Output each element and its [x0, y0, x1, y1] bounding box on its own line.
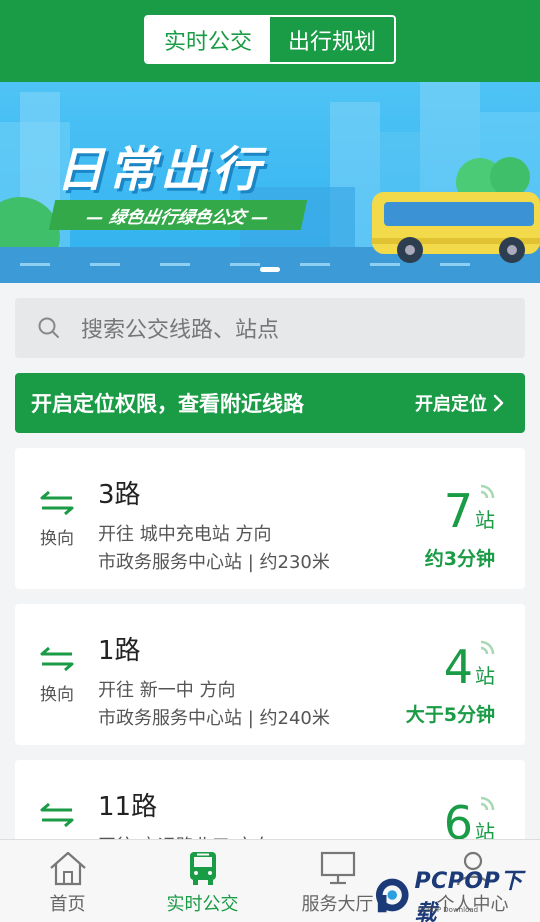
swap-label: 换向	[40, 685, 74, 705]
stops-away-unit: 站	[475, 508, 495, 532]
location-permission-banner[interactable]: 开启定位权限，查看附近线路 开启定位	[15, 373, 525, 433]
promo-banner[interactable]: 日常出行 — 绿色出行绿色公交 —	[0, 82, 540, 283]
location-message: 开启定位权限，查看附近线路	[31, 392, 304, 416]
swap-arrows-icon	[40, 646, 74, 672]
route-direction: 开往 城中充电站 方向	[98, 524, 272, 545]
swap-label: 换向	[40, 529, 74, 549]
bus-icon	[189, 852, 216, 885]
enable-location-label: 开启定位	[415, 394, 487, 415]
stops-away: 4 站	[444, 642, 495, 692]
monitor-icon	[320, 851, 355, 885]
app-header: 实时公交 出行规划	[0, 0, 540, 82]
route-direction: 开往 新一中 方向	[98, 680, 236, 701]
banner-title: 日常出行	[56, 142, 265, 198]
home-icon	[49, 851, 86, 886]
swap-direction-button[interactable]: 换向	[37, 490, 77, 549]
tab-realtime-bus[interactable]: 实时公交	[146, 17, 270, 62]
tab-trip-planning[interactable]: 出行规划	[270, 17, 394, 62]
search-icon	[38, 317, 59, 338]
tab-service-hall-label: 服务大厅	[301, 894, 374, 915]
arrival-eta: 大于5分钟	[405, 704, 495, 726]
route-stop-distance: 市政务服务中心站 | 约230米	[98, 552, 330, 573]
route-card[interactable]: 换向 1路 开往 新一中 方向 市政务服务中心站 | 约240米 4 站 大于5…	[15, 604, 525, 745]
search-bar[interactable]: 搜索公交线路、站点	[15, 298, 525, 358]
tab-realtime-bus-label: 实时公交	[166, 894, 239, 915]
banner-subtitle: — 绿色出行绿色公交 —	[48, 200, 308, 230]
pcpop-logo-icon	[375, 878, 409, 913]
tab-realtime-bus-nav[interactable]: 实时公交	[135, 840, 270, 922]
swap-arrows-icon	[40, 802, 74, 828]
stops-away: 7 站	[444, 486, 495, 536]
arrival-eta: 约3分钟	[424, 548, 495, 570]
route-name: 3路	[98, 480, 141, 510]
route-name: 11路	[98, 792, 158, 822]
watermark-subtext: PCPOP Download	[418, 906, 479, 914]
route-name: 1路	[98, 636, 141, 666]
route-stop-distance: 市政务服务中心站 | 约240米	[98, 708, 330, 729]
swap-arrows-icon	[40, 490, 74, 516]
enable-location-button[interactable]: 开启定位	[415, 390, 509, 416]
tab-home[interactable]: 首页	[0, 840, 135, 922]
bus-illustration	[372, 192, 540, 263]
stops-away-number: 4	[443, 640, 473, 694]
stops-away-unit: 站	[475, 664, 495, 688]
carousel-indicator	[260, 267, 280, 272]
chevron-right-icon	[493, 394, 504, 412]
swap-direction-button[interactable]: 换向	[37, 646, 77, 705]
search-placeholder: 搜索公交线路、站点	[81, 318, 280, 343]
watermark: PCPOP下载 PCPOP Download	[374, 869, 540, 922]
stops-away-number: 7	[443, 484, 473, 538]
route-card[interactable]: 换向 3路 开往 城中充电站 方向 市政务服务中心站 | 约230米 7 站 约…	[15, 448, 525, 589]
tab-home-label: 首页	[49, 894, 86, 915]
segmented-control: 实时公交 出行规划	[144, 15, 396, 64]
